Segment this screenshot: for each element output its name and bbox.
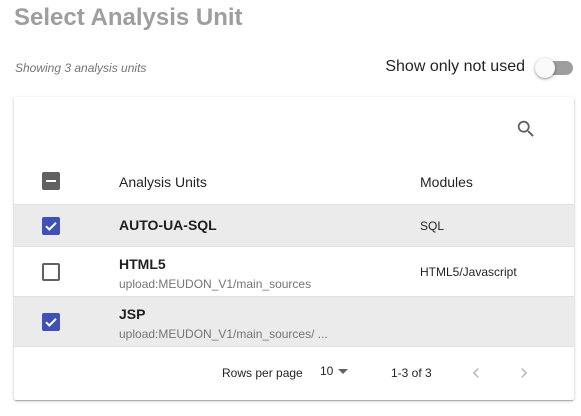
module-value: SQL — [420, 219, 445, 233]
page-title: Select Analysis Unit — [14, 4, 243, 31]
previous-page-button[interactable] — [464, 361, 488, 385]
check-icon — [45, 222, 57, 231]
analysis-unit-name: HTML5 — [119, 256, 166, 272]
pagination-range: 1-3 of 3 — [391, 366, 432, 380]
analysis-unit-cell: JSP upload:MEUDON_V1/main_sources/ ... — [119, 306, 328, 341]
show-only-not-used-switch[interactable] — [535, 57, 573, 78]
module-value: HTML5/Javascript — [420, 265, 517, 279]
table-pagination: Rows per page 10 1-3 of 3 — [14, 347, 574, 400]
analysis-unit-name: JSP — [119, 306, 146, 322]
row-checkbox[interactable] — [42, 217, 60, 235]
analysis-unit-cell: HTML5 upload:MEUDON_V1/main_sources — [119, 256, 311, 291]
rows-per-page-value: 10 — [320, 364, 334, 378]
show-only-not-used-toggle-group[interactable]: Show only not used — [385, 57, 573, 78]
chevron-right-icon — [514, 363, 534, 383]
showing-count-text: Showing 3 analysis units — [15, 61, 147, 75]
table-row[interactable]: JSP upload:MEUDON_V1/main_sources/ ... — [14, 297, 574, 347]
row-checkbox[interactable] — [42, 313, 60, 331]
switch-thumb[interactable] — [535, 58, 555, 78]
toggle-label: Show only not used — [385, 58, 525, 75]
search-icon — [515, 118, 537, 145]
table-row[interactable]: HTML5 upload:MEUDON_V1/main_sources HTML… — [14, 247, 574, 297]
indeterminate-icon — [46, 180, 56, 182]
column-header-analysis-units[interactable]: Analysis Units — [119, 174, 207, 190]
analysis-units-table-card: Analysis Units Modules AUTO-UA-SQL SQL H… — [14, 97, 574, 400]
analysis-unit-name: AUTO-UA-SQL — [119, 217, 217, 233]
select-all-checkbox[interactable] — [42, 172, 60, 190]
check-icon — [45, 318, 57, 327]
table-row[interactable]: AUTO-UA-SQL SQL — [14, 205, 574, 247]
arrow-drop-down-icon — [337, 365, 349, 377]
chevron-left-icon — [466, 363, 486, 383]
analysis-unit-path: upload:MEUDON_V1/main_sources/ ... — [119, 327, 328, 341]
analysis-unit-path: upload:MEUDON_V1/main_sources — [119, 277, 312, 291]
column-header-modules[interactable]: Modules — [420, 174, 473, 190]
row-checkbox[interactable] — [42, 263, 60, 281]
rows-per-page-label: Rows per page — [222, 366, 303, 380]
table-header-row: Analysis Units Modules — [14, 157, 574, 205]
next-page-button[interactable] — [512, 361, 536, 385]
search-button[interactable] — [512, 117, 540, 145]
rows-per-page-select[interactable]: 10 — [320, 364, 349, 378]
